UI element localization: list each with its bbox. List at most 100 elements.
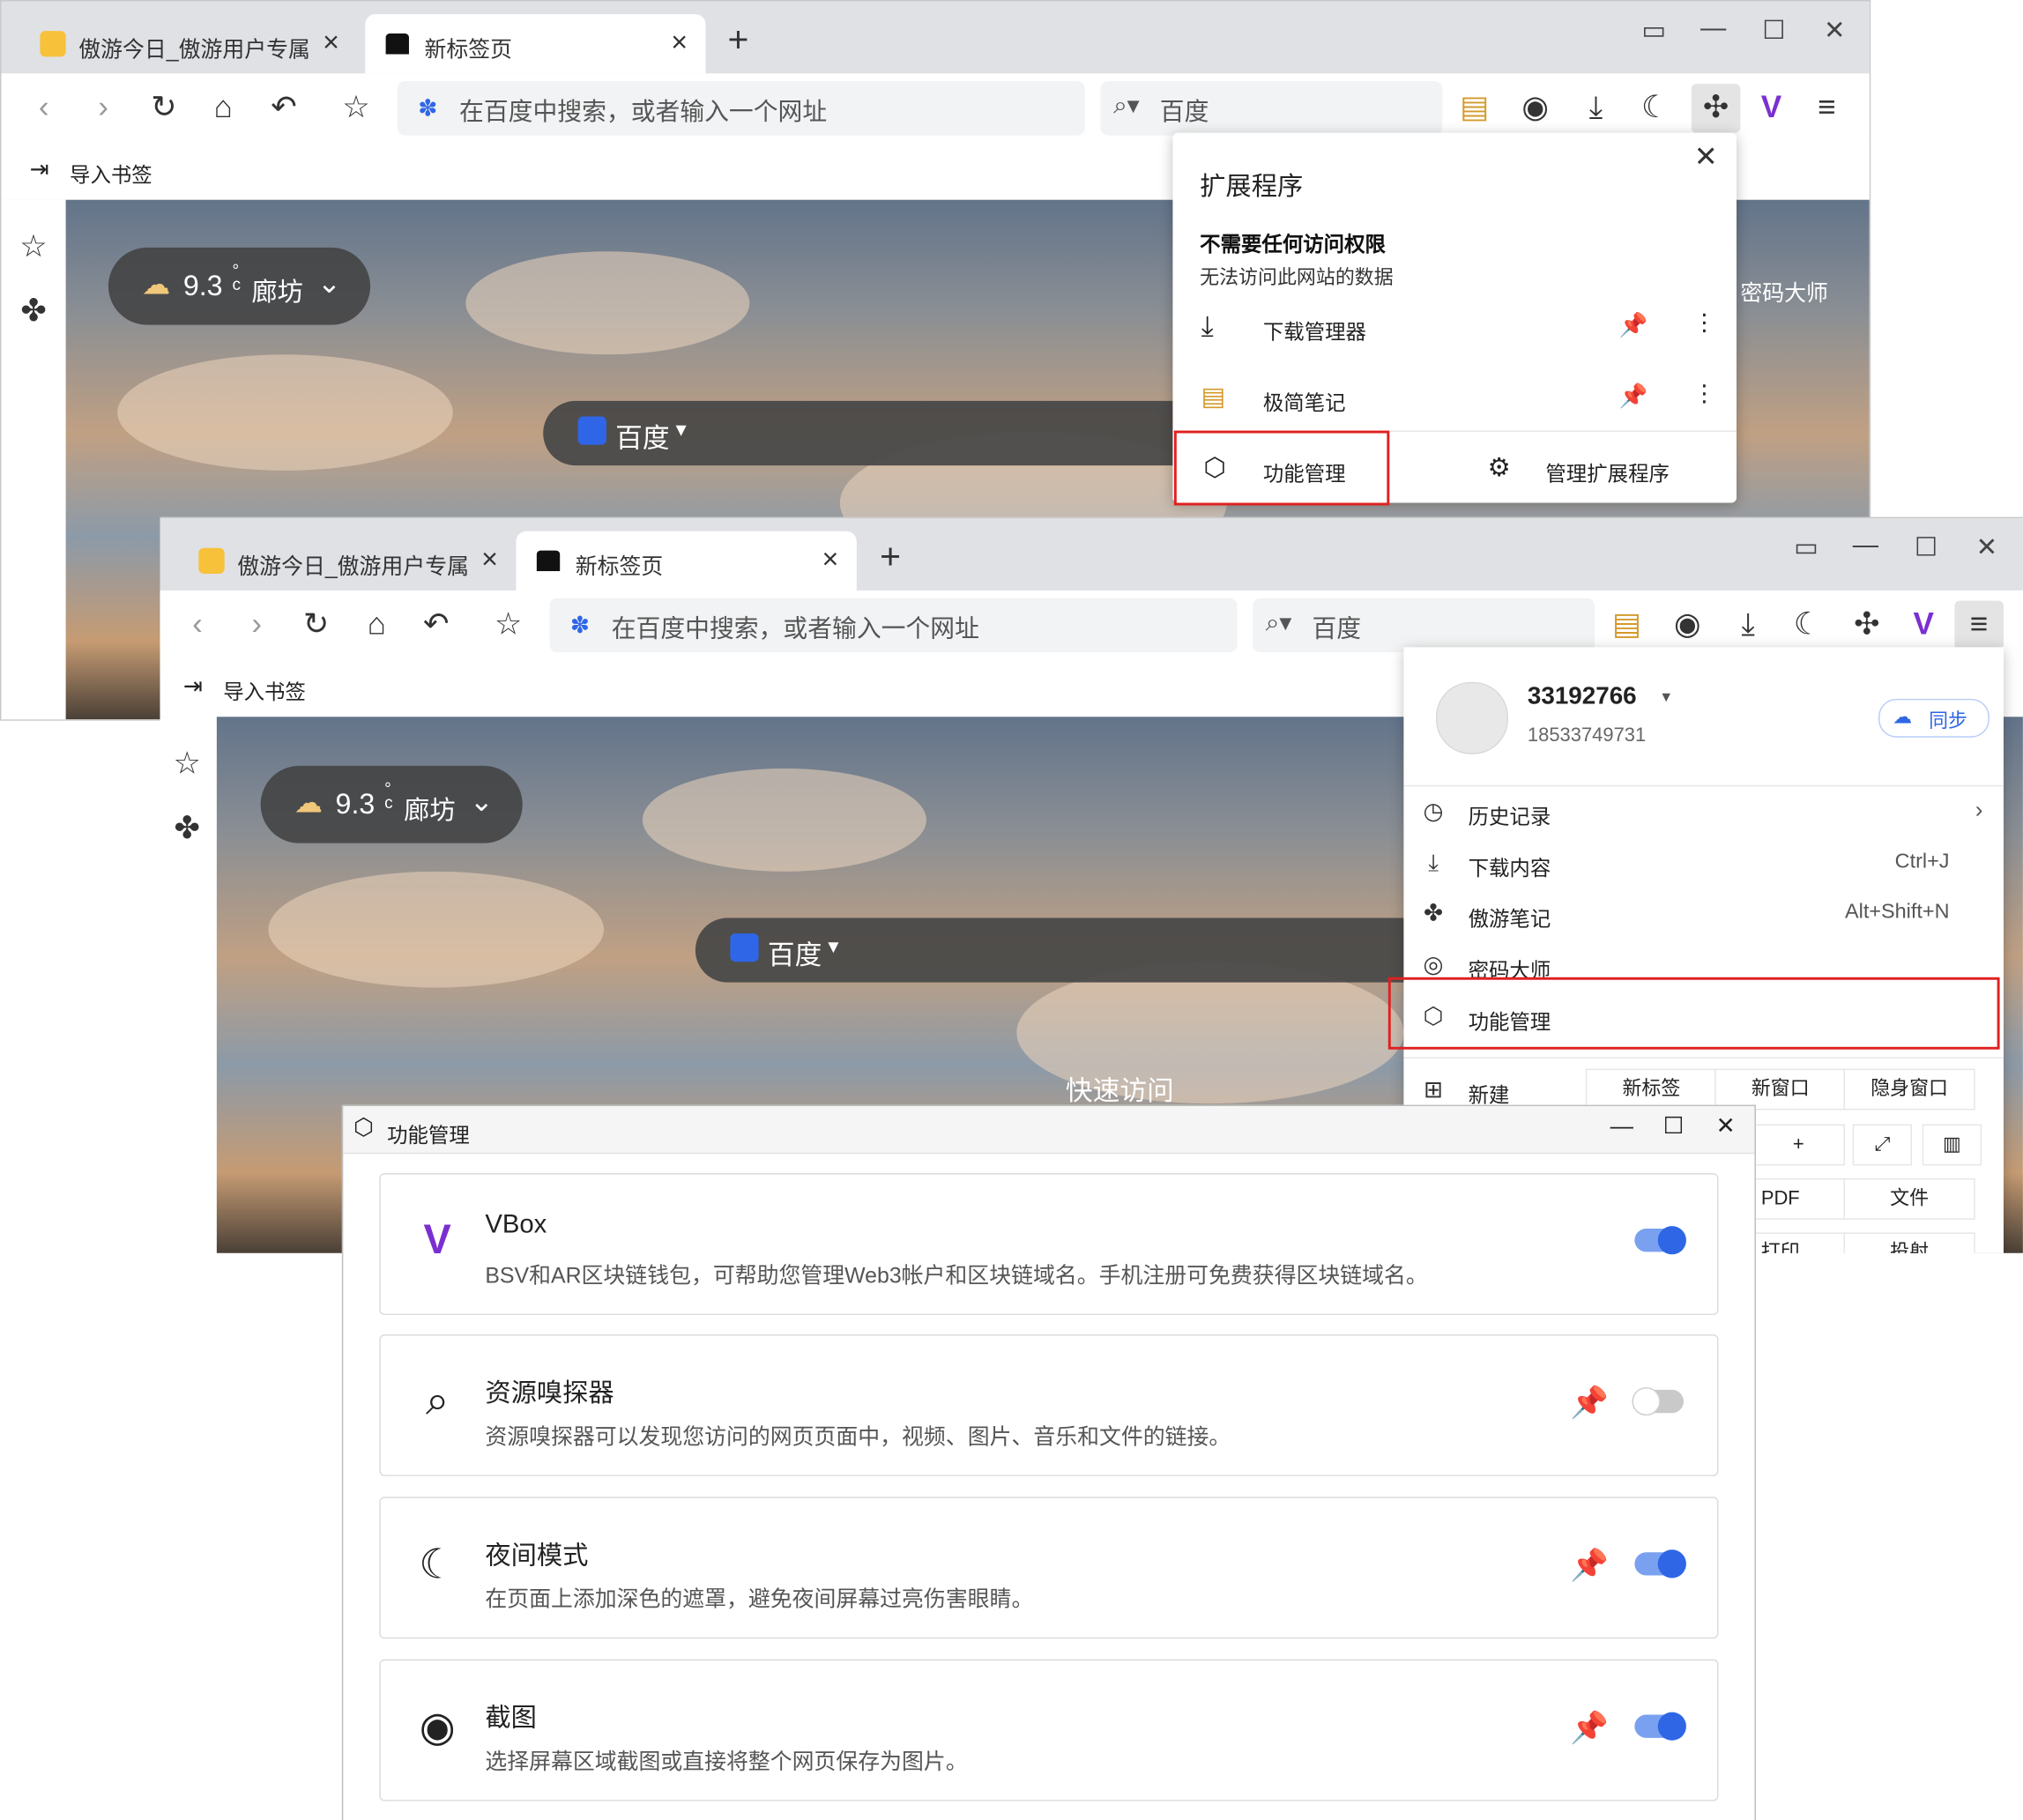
note-side-icon[interactable]: ✤	[170, 810, 204, 847]
forward-icon[interactable]: ›	[237, 606, 276, 645]
feature-management-dialog: ⬡ 功能管理 — ☐ ✕ V VBox BSV和AR区块链钱包，可帮助您管理We…	[341, 1104, 1756, 1820]
menu-item-history[interactable]: ◷ 历史记录 ›	[1403, 788, 2004, 837]
caret-down-icon[interactable]: ▼	[1659, 690, 1673, 706]
more-icon[interactable]: ⋮	[1692, 381, 1715, 408]
baidu-paw-icon: ✽	[418, 95, 438, 122]
extensions-icon[interactable]: ✣	[1848, 606, 1886, 645]
fullscreen-icon[interactable]: ⤢	[1852, 1124, 1913, 1166]
import-icon[interactable]: ⇥	[30, 156, 49, 183]
night-mode-icon[interactable]: ☾	[1636, 89, 1675, 128]
close-window-button[interactable]: ✕	[1716, 1112, 1736, 1140]
favorites-icon[interactable]: ☆	[17, 228, 50, 265]
sync-button[interactable]: ☁ 同步	[1878, 698, 1990, 738]
search-engine-selector[interactable]: 百度 ▼	[543, 400, 1188, 466]
menu-icon[interactable]: ≡	[1808, 89, 1847, 128]
layout-icon[interactable]: ▭	[1634, 14, 1673, 47]
more-icon[interactable]: ⋮	[1692, 309, 1715, 337]
footer-right-label: 管理扩展程序	[1545, 464, 1670, 487]
feature-toggle[interactable]	[1632, 1386, 1684, 1416]
feature-toggle[interactable]	[1634, 1549, 1686, 1579]
search-icon: ⌕▾	[1265, 609, 1292, 637]
menu-icon[interactable]: ≡	[1954, 600, 2004, 650]
extension-item-download-manager[interactable]: ⤓ 下载管理器 📌 ⋮	[1172, 294, 1737, 359]
pin-icon[interactable]: 📌	[1570, 1385, 1609, 1422]
download-icon[interactable]: ⤓	[1729, 606, 1767, 645]
tab-maxthon-today[interactable]: 傲游今日_傲游用户专属 ×	[178, 531, 516, 591]
tab-new-tab[interactable]: 新标签页 ×	[516, 531, 857, 591]
address-bar[interactable]: ✽ 在百度中搜索，或者输入一个网址	[549, 598, 1238, 653]
extensions-icon[interactable]: ✣	[1691, 84, 1741, 133]
close-window-button[interactable]: ✕	[1815, 14, 1854, 47]
manage-extensions-link[interactable]: ⚙ 管理扩展程序	[1469, 432, 1728, 502]
cloud-decoration	[268, 871, 604, 988]
import-bookmarks[interactable]: 导入书签	[70, 157, 152, 188]
zoom-in-button[interactable]: +	[1752, 1124, 1845, 1166]
minimize-button[interactable]: —	[1610, 1112, 1633, 1140]
star-icon[interactable]: ☆	[489, 606, 528, 645]
new-tab-button[interactable]: +	[880, 537, 901, 578]
tab-maxthon-today[interactable]: 傲游今日_傲游用户专属 ×	[19, 14, 357, 73]
search-box[interactable]: ⌕▾ 百度	[1253, 598, 1595, 653]
menu-item-downloads[interactable]: ⤓ 下载内容 Ctrl+J	[1403, 839, 2004, 888]
incognito-window-button[interactable]: 隐身窗口	[1843, 1068, 1975, 1111]
vbox-icon[interactable]: V	[1904, 606, 1943, 645]
feature-toggle[interactable]	[1634, 1226, 1686, 1255]
note-icon[interactable]: ▤	[1455, 89, 1494, 128]
weather-widget[interactable]: ☁ 9.3 °c 廊坊 ⌄	[260, 765, 523, 843]
undo-icon[interactable]: ↶	[417, 606, 456, 645]
search-box[interactable]: ⌕▾ 百度	[1100, 81, 1443, 136]
maximize-button[interactable]: ☐	[1907, 531, 1945, 564]
import-icon[interactable]: ⇥	[183, 673, 203, 701]
feature-toggle[interactable]	[1634, 1712, 1686, 1741]
back-icon[interactable]: ‹	[178, 606, 217, 645]
vbox-icon[interactable]: V	[1752, 89, 1791, 128]
camera-icon[interactable]: ◉	[1516, 89, 1555, 128]
close-icon[interactable]: ×	[481, 543, 498, 576]
menu-item-maxthon-notes[interactable]: ✤ 傲游笔记 Alt+Shift+N	[1403, 889, 2004, 939]
new-tab-button[interactable]: +	[727, 19, 748, 61]
avatar[interactable]	[1435, 681, 1508, 754]
layout-icon[interactable]: ▭	[1787, 531, 1826, 564]
pin-icon[interactable]: 📌	[1570, 1547, 1609, 1584]
pin-icon[interactable]: 📌	[1570, 1710, 1609, 1747]
tab-new-tab[interactable]: 新标签页 ×	[365, 14, 706, 74]
back-icon[interactable]: ‹	[25, 89, 63, 128]
user-id[interactable]: 33192766	[1528, 683, 1637, 711]
pin-icon[interactable]: 📌	[1619, 312, 1648, 339]
import-bookmarks[interactable]: 导入书签	[223, 674, 306, 705]
minimize-button[interactable]: —	[1694, 14, 1733, 44]
weather-widget[interactable]: ☁ 9.3 °c 廊坊 ⌄	[108, 247, 371, 325]
maximize-button[interactable]: ☐	[1663, 1112, 1685, 1140]
forward-icon[interactable]: ›	[84, 89, 123, 128]
close-icon[interactable]: ×	[323, 26, 339, 59]
reload-icon[interactable]: ↻	[297, 606, 336, 645]
save-file-button[interactable]: 文件	[1843, 1177, 1975, 1220]
night-mode-icon[interactable]: ☾	[1789, 606, 1827, 645]
note-icon[interactable]: ▤	[1608, 606, 1647, 645]
undo-icon[interactable]: ↶	[264, 89, 303, 128]
close-icon[interactable]: ✕	[1694, 140, 1718, 174]
new-tab-menu-button[interactable]: 新标签	[1585, 1068, 1718, 1111]
new-window-menu-button[interactable]: 新窗口	[1714, 1068, 1847, 1111]
extension-item-simple-notes[interactable]: ▤ 极简笔记 📌 ⋮	[1172, 365, 1737, 429]
password-master-shortcut[interactable]: 密码大师	[1740, 275, 1828, 308]
address-bar[interactable]: ✽ 在百度中搜索，或者输入一个网址	[397, 81, 1085, 136]
home-icon[interactable]: ⌂	[204, 89, 242, 128]
home-icon[interactable]: ⌂	[357, 606, 396, 645]
pin-icon[interactable]: 📌	[1619, 383, 1648, 410]
split-view-icon[interactable]: ▥	[1922, 1124, 1982, 1166]
download-icon[interactable]: ⤓	[1577, 89, 1616, 128]
reload-icon[interactable]: ↻	[145, 89, 183, 128]
favorites-icon[interactable]: ☆	[170, 745, 204, 782]
minimize-button[interactable]: —	[1846, 531, 1885, 561]
close-window-button[interactable]: ✕	[1967, 531, 2006, 564]
close-icon[interactable]: ×	[671, 26, 688, 59]
camera-icon[interactable]: ◉	[1668, 606, 1707, 645]
close-icon[interactable]: ×	[822, 543, 839, 576]
sun-icon	[40, 31, 66, 57]
maximize-button[interactable]: ☐	[1754, 14, 1793, 47]
star-icon[interactable]: ☆	[337, 89, 376, 128]
search-engine-selector[interactable]: 百度 ▼	[695, 917, 1418, 983]
note-side-icon[interactable]: ✤	[17, 293, 50, 330]
cast-button[interactable]: 投射	[1843, 1232, 1975, 1253]
